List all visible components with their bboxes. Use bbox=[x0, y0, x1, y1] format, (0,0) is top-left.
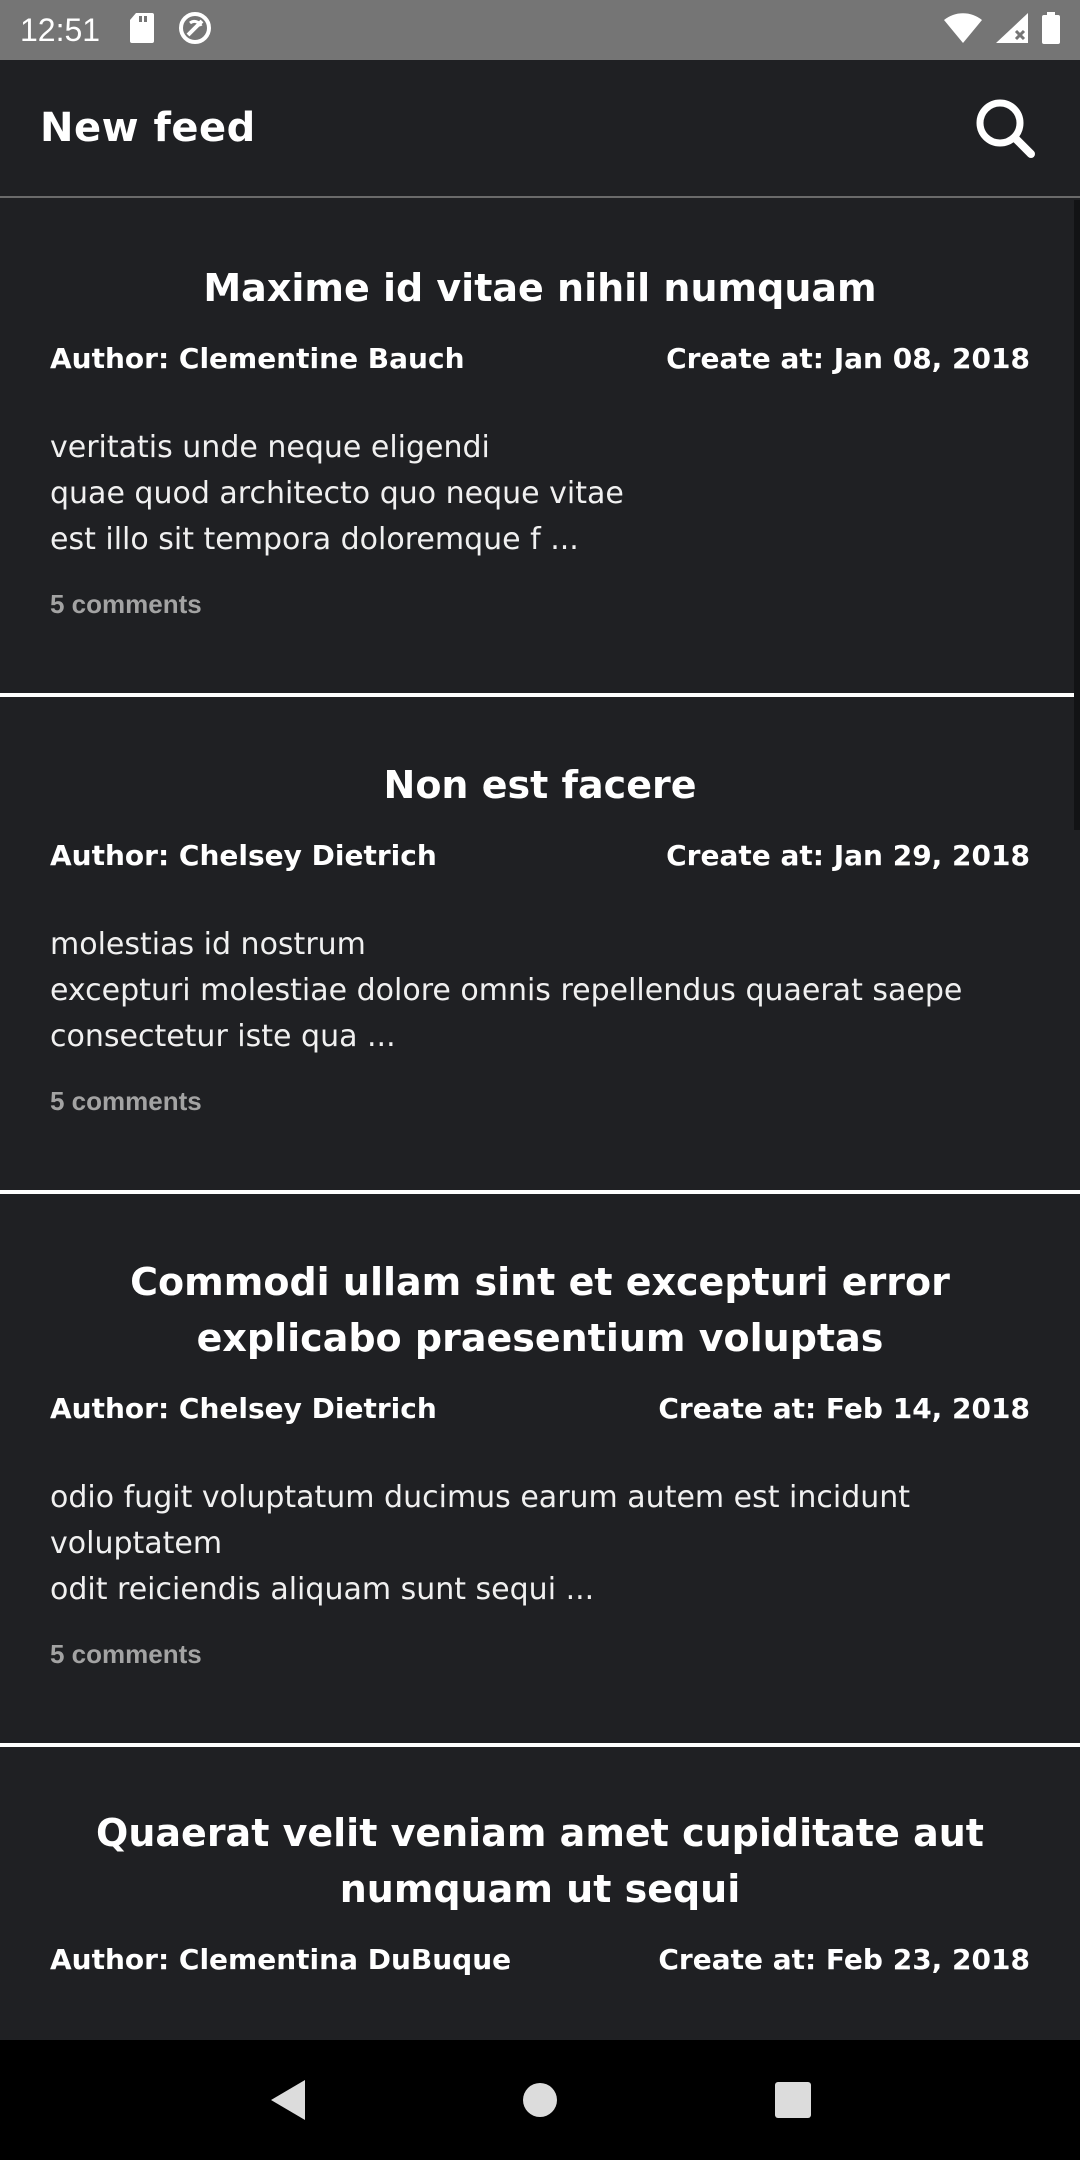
post-body: veritatis unde neque eligendi quae quod … bbox=[50, 425, 1030, 563]
post-author: Author: Chelsey Dietrich bbox=[50, 839, 437, 872]
recents-icon bbox=[775, 2082, 812, 2118]
post-card[interactable]: Commodi ullam sint et excepturi error ex… bbox=[0, 1194, 1080, 1747]
post-card[interactable]: Maxime id vitae nihil numquam Author: Cl… bbox=[0, 200, 1080, 697]
post-body-line: est illo sit tempora doloremque f ... bbox=[50, 522, 579, 557]
search-icon bbox=[976, 99, 1035, 158]
recents-button[interactable] bbox=[753, 2060, 833, 2140]
post-date: Create at: Feb 14, 2018 bbox=[658, 1392, 1030, 1425]
feed-list[interactable]: Maxime id vitae nihil numquam Author: Cl… bbox=[0, 200, 1080, 2040]
status-right-icons bbox=[944, 12, 1060, 48]
post-body: molestias id nostrum excepturi molestiae… bbox=[50, 922, 1030, 1060]
post-meta: Author: Clementina DuBuque Create at: Fe… bbox=[50, 1943, 1030, 1976]
back-icon bbox=[270, 2080, 305, 2120]
post-meta: Author: Chelsey Dietrich Create at: Jan … bbox=[50, 839, 1030, 872]
post-author: Author: Chelsey Dietrich bbox=[50, 1392, 437, 1425]
post-body-line: voluptatem bbox=[50, 1526, 223, 1561]
home-button[interactable] bbox=[500, 2060, 580, 2140]
post-body-line: odit reiciendis aliquam sunt sequi ... bbox=[50, 1572, 595, 1607]
system-nav-bar bbox=[0, 2040, 1080, 2160]
post-date: Create at: Feb 23, 2018 bbox=[658, 1943, 1030, 1976]
signal-icon bbox=[996, 13, 1028, 47]
comments-count[interactable]: 5 comments bbox=[50, 589, 1030, 620]
search-button[interactable] bbox=[970, 93, 1040, 163]
post-body: odio fugit voluptatum ducimus earum aute… bbox=[50, 1475, 1030, 1613]
app-bar: New feed bbox=[0, 60, 1080, 198]
post-body-line: molestias id nostrum bbox=[50, 927, 366, 962]
post-body-line: quae quod architecto quo neque vitae bbox=[50, 476, 624, 511]
comments-count[interactable]: 5 comments bbox=[50, 1086, 1030, 1117]
wifi-icon bbox=[944, 13, 982, 47]
post-body-line: veritatis unde neque eligendi bbox=[50, 430, 490, 465]
post-meta: Author: Chelsey Dietrich Create at: Feb … bbox=[50, 1392, 1030, 1425]
post-title: Maxime id vitae nihil numquam bbox=[203, 266, 877, 310]
post-title: Non est facere bbox=[383, 763, 697, 807]
sd-card-icon bbox=[130, 13, 155, 47]
post-date: Create at: Jan 29, 2018 bbox=[666, 839, 1030, 872]
back-button[interactable] bbox=[247, 2060, 327, 2140]
post-body-line: odio fugit voluptatum ducimus earum aute… bbox=[50, 1480, 911, 1515]
post-body-line: consectetur iste qua ... bbox=[50, 1019, 396, 1054]
comments-count[interactable]: 5 comments bbox=[50, 1639, 1030, 1670]
battery-icon bbox=[1042, 12, 1060, 48]
status-bar: 12:51 bbox=[0, 0, 1080, 60]
post-title: Quaerat velit veniam amet cupiditate aut… bbox=[96, 1811, 984, 1911]
status-time: 12:51 bbox=[20, 11, 101, 48]
scrollbar[interactable] bbox=[1074, 200, 1080, 830]
post-body-line: excepturi molestiae dolore omnis repelle… bbox=[50, 973, 963, 1008]
post-author: Author: Clementine Bauch bbox=[50, 342, 465, 375]
sync-icon bbox=[178, 11, 212, 49]
post-meta: Author: Clementine Bauch Create at: Jan … bbox=[50, 342, 1030, 375]
post-title: Commodi ullam sint et excepturi error ex… bbox=[130, 1260, 950, 1360]
post-card[interactable]: Quaerat velit veniam amet cupiditate aut… bbox=[0, 1747, 1080, 1976]
post-date: Create at: Jan 08, 2018 bbox=[666, 342, 1030, 375]
post-author: Author: Clementina DuBuque bbox=[50, 1943, 512, 1976]
status-left-icons bbox=[130, 11, 212, 49]
home-icon bbox=[522, 2083, 557, 2117]
page-title: New feed bbox=[40, 105, 256, 151]
post-card[interactable]: Non est facere Author: Chelsey Dietrich … bbox=[0, 697, 1080, 1194]
